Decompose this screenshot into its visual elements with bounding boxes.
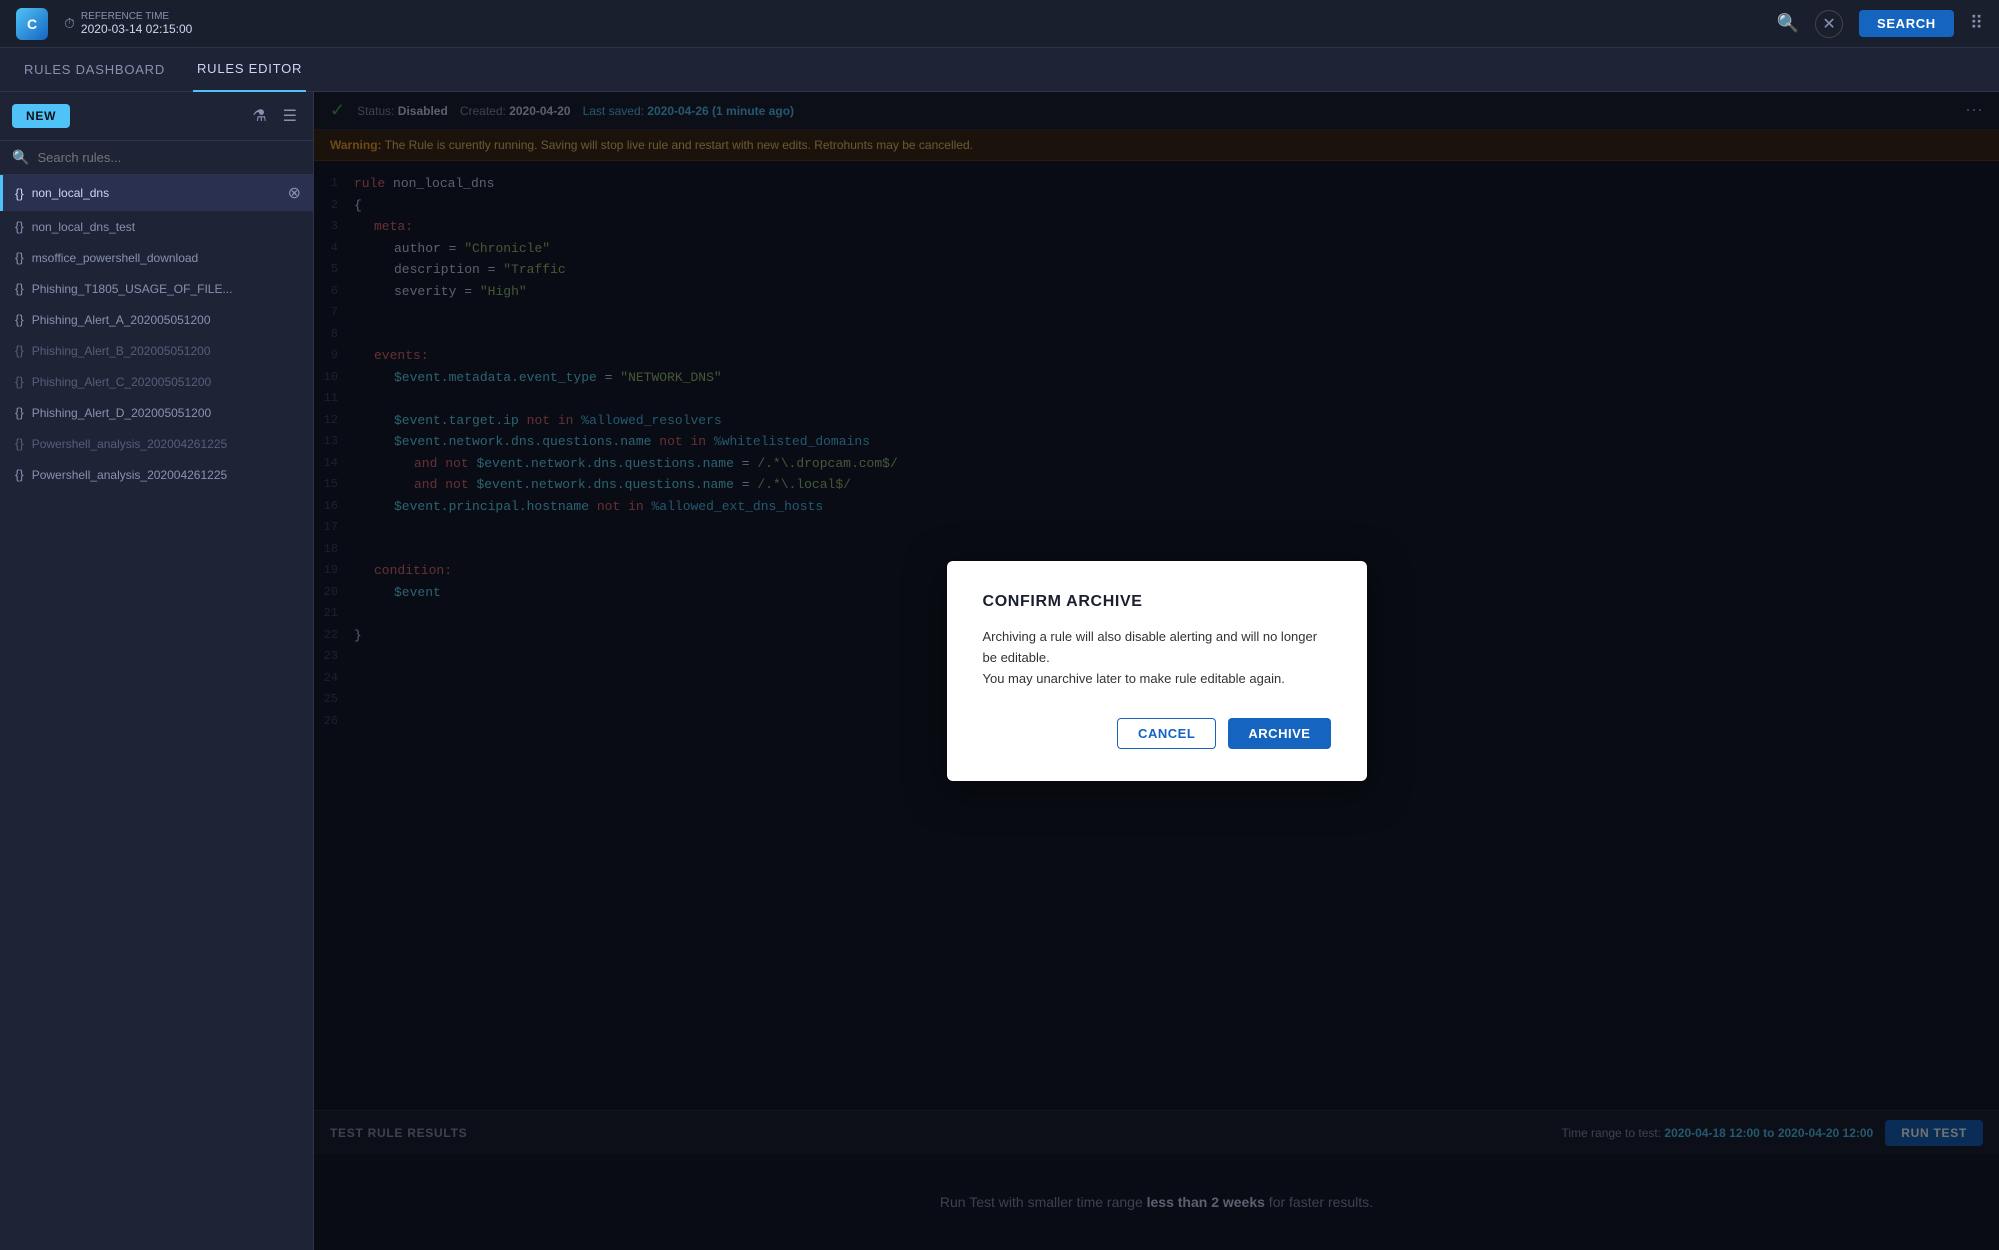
modal-body: Archiving a rule will also disable alert… xyxy=(983,627,1331,689)
rule-name: Powershell_analysis_202004261225 xyxy=(32,468,301,482)
sort-icon-button[interactable]: ☰ xyxy=(279,102,301,130)
app-logo: C xyxy=(16,8,48,40)
tab-rules-dashboard[interactable]: RULES DASHBOARD xyxy=(20,48,169,92)
sidebar-rule-item[interactable]: {} Phishing_Alert_B_202005051200 xyxy=(0,335,313,366)
content-area: ✓ Status: Disabled Created: 2020-04-20 L… xyxy=(314,92,1999,1250)
rule-name: non_local_dns_test xyxy=(32,220,301,234)
rule-name: Phishing_Alert_B_202005051200 xyxy=(32,344,301,358)
sidebar-rule-item[interactable]: {} Phishing_Alert_C_202005051200 xyxy=(0,366,313,397)
rule-name: msoffice_powershell_download xyxy=(32,251,301,265)
rule-icon: {} xyxy=(15,281,24,296)
search-button[interactable]: SEARCH xyxy=(1859,10,1954,37)
search-input[interactable] xyxy=(37,150,301,165)
rule-icon: {} xyxy=(15,436,24,451)
sidebar-rule-item[interactable]: {} msoffice_powershell_download xyxy=(0,242,313,273)
rule-icon: {} xyxy=(15,219,24,234)
confirm-archive-modal: CONFIRM ARCHIVE Archiving a rule will al… xyxy=(947,561,1367,780)
main-layout: NEW ⚗ ☰ 🔍 {} non_local_dns ⊗ {} non_loca… xyxy=(0,92,1999,1250)
sidebar-search: 🔍 xyxy=(0,141,313,175)
rule-name: Phishing_Alert_A_202005051200 xyxy=(32,313,301,327)
search-icon[interactable]: 🔍 xyxy=(1777,13,1799,34)
rule-close-button[interactable]: ⊗ xyxy=(288,183,301,203)
grid-icon[interactable]: ⠿ xyxy=(1970,13,1983,34)
rule-icon: {} xyxy=(15,312,24,327)
sidebar-rule-item[interactable]: {} Phishing_T1805_USAGE_OF_FILE... xyxy=(0,273,313,304)
sidebar-toolbar: NEW ⚗ ☰ xyxy=(0,92,313,141)
rule-icon: {} xyxy=(15,250,24,265)
tab-rules-editor[interactable]: RULES EDITOR xyxy=(193,48,306,92)
modal-actions: CANCEL ARCHIVE xyxy=(983,718,1331,749)
sidebar-rule-item[interactable]: {} Phishing_Alert_A_202005051200 xyxy=(0,304,313,335)
top-bar: C ⏱ REFERENCE TIME 2020-03-14 02:15:00 🔍… xyxy=(0,0,1999,48)
sidebar-rule-item[interactable]: {} Powershell_analysis_202004261225 xyxy=(0,459,313,490)
close-icon[interactable]: ✕ xyxy=(1815,10,1843,38)
reference-time-label: REFERENCE TIME xyxy=(81,11,192,22)
sidebar-rules-list: {} non_local_dns ⊗ {} non_local_dns_test… xyxy=(0,175,313,1250)
rule-name: non_local_dns xyxy=(32,186,280,200)
archive-button[interactable]: ARCHIVE xyxy=(1228,718,1330,749)
reference-time-section: ⏱ REFERENCE TIME 2020-03-14 02:15:00 xyxy=(64,11,192,36)
modal-overlay[interactable]: CONFIRM ARCHIVE Archiving a rule will al… xyxy=(314,92,1999,1250)
rule-icon: {} xyxy=(15,405,24,420)
reference-time-value: 2020-03-14 02:15:00 xyxy=(81,22,192,36)
rule-name: Powershell_analysis_202004261225 xyxy=(32,437,301,451)
sidebar-rule-item[interactable]: {} Phishing_Alert_D_202005051200 xyxy=(0,397,313,428)
new-rule-button[interactable]: NEW xyxy=(12,104,70,128)
rule-name: Phishing_T1805_USAGE_OF_FILE... xyxy=(32,282,301,296)
rule-icon: {} xyxy=(15,343,24,358)
search-icon: 🔍 xyxy=(12,149,29,166)
filter-icon-button[interactable]: ⚗ xyxy=(248,102,270,130)
rule-name: Phishing_Alert_D_202005051200 xyxy=(32,406,301,420)
sidebar: NEW ⚗ ☰ 🔍 {} non_local_dns ⊗ {} non_loca… xyxy=(0,92,314,1250)
nav-tabs: RULES DASHBOARD RULES EDITOR xyxy=(0,48,1999,92)
modal-title: CONFIRM ARCHIVE xyxy=(983,593,1331,611)
rule-icon: {} xyxy=(15,186,24,201)
cancel-button[interactable]: CANCEL xyxy=(1117,718,1216,749)
sidebar-rule-item[interactable]: {} Powershell_analysis_202004261225 xyxy=(0,428,313,459)
sidebar-rule-item[interactable]: {} non_local_dns ⊗ xyxy=(0,175,313,211)
rule-icon: {} xyxy=(15,374,24,389)
rule-icon: {} xyxy=(15,467,24,482)
rule-name: Phishing_Alert_C_202005051200 xyxy=(32,375,301,389)
sidebar-rule-item[interactable]: {} non_local_dns_test xyxy=(0,211,313,242)
